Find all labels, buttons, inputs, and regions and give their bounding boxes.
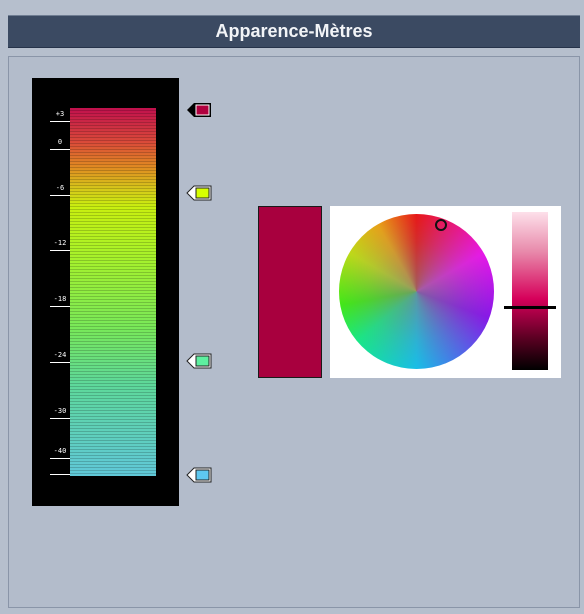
meter-tick: -40 <box>50 447 70 459</box>
window-title-bar: Apparence-Mètres <box>8 15 580 48</box>
meter-tick: 0 <box>50 138 70 150</box>
tick-label: +3 <box>55 110 65 118</box>
marker-flag-icon <box>186 185 212 201</box>
tick-label: -18 <box>53 295 67 303</box>
meter-tick: -30 <box>50 407 70 419</box>
tick-label: 0 <box>57 138 63 146</box>
tick-label: -40 <box>53 447 67 455</box>
tick-label: -6 <box>55 184 65 192</box>
wheel-shading <box>339 214 494 369</box>
window: Apparence-Mètres +3 0 -6 -12 -18 -24 -30… <box>0 0 584 614</box>
meter-tick: -6 <box>50 184 70 196</box>
tick-label: -12 <box>53 239 67 247</box>
marker-flag-icon <box>186 353 212 369</box>
marker-minus6[interactable] <box>186 185 212 201</box>
window-title: Apparence-Mètres <box>215 21 373 41</box>
meter-tick: -24 <box>50 351 70 363</box>
meter-tick: -12 <box>50 239 70 251</box>
tick-label: -24 <box>53 351 67 359</box>
marker-minus24[interactable] <box>186 353 212 369</box>
meter-tick: +3 <box>50 110 70 122</box>
tick-label: -30 <box>53 407 67 415</box>
marker-flag-icon <box>186 467 212 483</box>
wheel-cursor[interactable] <box>435 219 447 231</box>
marker-bottom[interactable] <box>186 467 212 483</box>
current-color-swatch <box>258 206 322 378</box>
meter-tick: -18 <box>50 295 70 307</box>
marker-flag-icon <box>187 103 211 117</box>
meter-gradient-bar <box>70 108 156 476</box>
brightness-slider-handle[interactable] <box>504 306 556 309</box>
meter-tick-bottom <box>50 474 70 475</box>
brightness-slider[interactable] <box>512 212 548 370</box>
marker-plus3[interactable] <box>186 102 212 118</box>
